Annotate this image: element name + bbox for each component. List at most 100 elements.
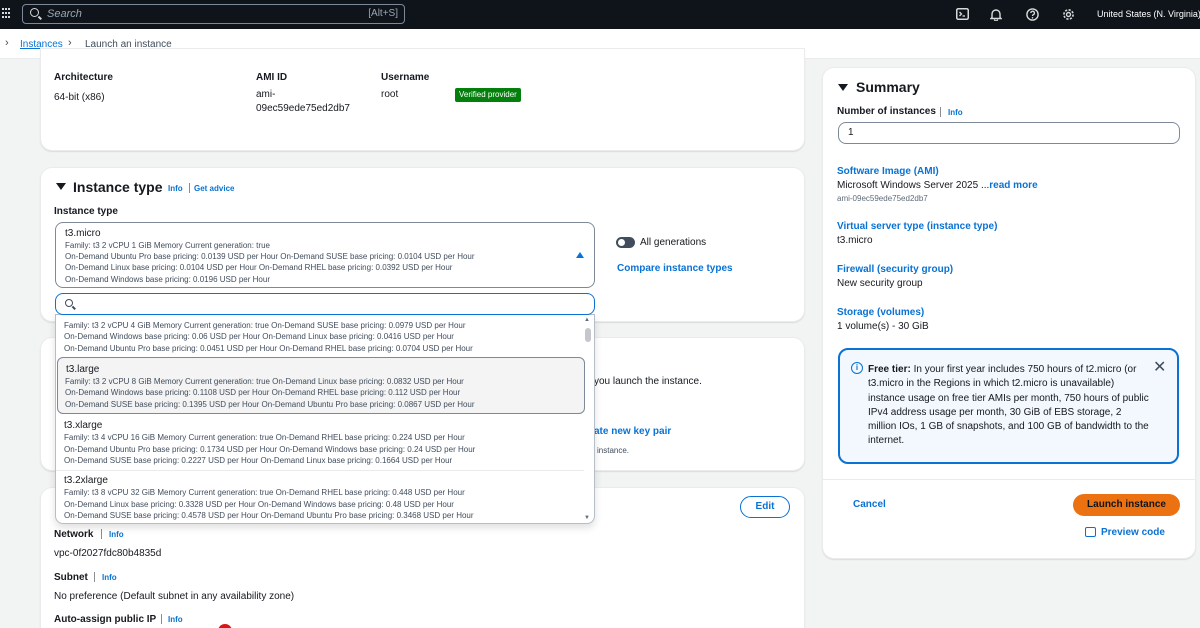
software-image-value: Microsoft Windows Server 2025 ...read mo… (837, 180, 1038, 191)
scroll-up-icon[interactable]: ▲ (584, 317, 590, 323)
selected-instance-name: t3.micro (65, 228, 101, 239)
subnet-info-link[interactable]: Info (102, 573, 117, 582)
separator (189, 183, 190, 193)
separator (101, 529, 102, 539)
help-icon[interactable] (1025, 7, 1039, 21)
search-icon (30, 8, 39, 17)
apps-grid-icon[interactable] (2, 8, 11, 20)
option-detail: Family: t3 2 vCPU 4 GiB Memory Current g… (64, 321, 466, 330)
verified-provider-badge: Verified provider (455, 88, 521, 102)
instance-type-info-link[interactable]: Info (168, 184, 183, 193)
nav-toggle-chevron-icon[interactable]: › (5, 37, 9, 49)
create-key-pair-link[interactable]: ate new key pair (594, 426, 671, 437)
instance-type-option-t3-large[interactable]: t3.large Family: t3 2 vCPU 8 GiB Memory … (57, 357, 585, 414)
get-advice-link[interactable]: Get advice (194, 184, 234, 193)
close-icon[interactable]: ✕ (1153, 357, 1166, 377)
virtual-server-type-link[interactable]: Virtual server type (instance type) (837, 221, 997, 232)
toggle-knob (618, 239, 625, 246)
key-pair-description: you launch the instance. (594, 376, 702, 387)
option-detail: Family: t3 4 vCPU 16 GiB Memory Current … (64, 433, 465, 442)
instance-type-heading: Instance type (73, 179, 163, 195)
all-generations-label: All generations (640, 237, 707, 248)
architecture-label: Architecture (54, 72, 113, 83)
instance-type-field-label: Instance type (54, 206, 118, 217)
storage-value: 1 volume(s) - 30 GiB (837, 321, 929, 332)
option-detail: On-Demand SUSE base pricing: 0.4578 USD … (64, 511, 474, 520)
region-selector[interactable]: United States (N. Virginia) (1097, 9, 1200, 19)
username-label: Username (381, 72, 430, 83)
scrollbar-thumb[interactable] (585, 328, 591, 342)
global-search-input[interactable]: Search [Alt+S] (22, 4, 405, 24)
number-of-instances-label: Number of instances (837, 106, 936, 117)
public-ip-info-link[interactable]: Info (168, 615, 183, 624)
software-image-link[interactable]: Software Image (AMI) (837, 166, 939, 177)
free-tier-text: Free tier: In your first year includes 7… (868, 364, 1149, 447)
search-icon (65, 299, 73, 307)
instance-type-option-t3-2xlarge[interactable]: t3.2xlarge Family: t3 8 vCPU 32 GiB Memo… (56, 472, 584, 523)
instance-type-select[interactable]: t3.micro Family: t3 2 vCPU 1 GiB Memory … (55, 222, 595, 288)
search-placeholder: Search (47, 8, 82, 20)
selected-instance-detail: On-Demand Windows base pricing: 0.0196 U… (65, 275, 270, 284)
cloudshell-icon[interactable] (955, 7, 969, 21)
network-value: vpc-0f2027fdc80b4835d (54, 548, 162, 559)
preview-code-icon (1085, 527, 1096, 537)
key-pair-hint: instance. (597, 446, 630, 455)
selected-instance-detail: On-Demand Linux base pricing: 0.0104 USD… (65, 263, 453, 272)
cancel-button[interactable]: Cancel (853, 499, 886, 510)
collapse-caret-icon[interactable] (56, 183, 66, 190)
option-detail: On-Demand Ubuntu Pro base pricing: 0.173… (64, 445, 476, 454)
option-name: t3.xlarge (64, 420, 103, 431)
separator (94, 572, 95, 582)
separator (940, 107, 941, 117)
separator (161, 614, 162, 624)
option-detail: On-Demand Windows base pricing: 0.1108 U… (65, 388, 461, 397)
search-shortcut: [Alt+S] (368, 8, 398, 19)
option-detail: On-Demand Ubuntu Pro base pricing: 0.045… (64, 344, 473, 353)
instance-type-filter-input[interactable] (55, 293, 595, 315)
subnet-value: No preference (Default subnet in any ava… (54, 591, 295, 602)
instance-type-option-t3-xlarge[interactable]: t3.xlarge Family: t3 4 vCPU 16 GiB Memor… (56, 416, 584, 468)
option-detail: On-Demand Linux base pricing: 0.3328 USD… (64, 500, 454, 509)
gear-icon[interactable] (1061, 7, 1075, 21)
number-of-instances-value: 1 (848, 127, 854, 138)
selected-instance-detail: Family: t3 2 vCPU 1 GiB Memory Current g… (65, 241, 270, 250)
all-generations-toggle[interactable] (616, 237, 635, 248)
ami-id-value-line2: 09ec59ede75ed2db7 (256, 103, 350, 114)
compare-instance-types-link[interactable]: Compare instance types (617, 263, 733, 274)
ami-details-card (40, 48, 805, 151)
edit-network-button[interactable]: Edit (740, 496, 790, 518)
firewall-value: New security group (837, 278, 923, 289)
network-info-link[interactable]: Info (109, 530, 124, 539)
firewall-link[interactable]: Firewall (security group) (837, 264, 953, 275)
summary-collapse-caret-icon[interactable] (838, 84, 848, 91)
option-name: t3.2xlarge (64, 475, 108, 486)
free-tier-alert: i Free tier: In your first year includes… (838, 348, 1179, 464)
divider (823, 479, 1196, 480)
username-value: root (381, 89, 399, 100)
number-of-instances-input[interactable]: 1 (838, 122, 1180, 144)
preview-code-link[interactable]: Preview code (1101, 527, 1165, 538)
top-navigation-bar: Search [Alt+S] United States (N. Virgini… (0, 0, 1200, 29)
instance-type-option[interactable]: Family: t3 2 vCPU 4 GiB Memory Current g… (56, 315, 584, 353)
option-detail: Family: t3 8 vCPU 32 GiB Memory Current … (64, 488, 465, 497)
info-icon: i (851, 362, 863, 374)
ami-id-value-line1: ami- (256, 89, 276, 100)
option-divider (56, 470, 584, 471)
read-more-link[interactable]: read more (989, 180, 1037, 191)
ami-id-label: AMI ID (256, 72, 288, 83)
network-label: Network (54, 529, 94, 540)
caret-up-icon (576, 252, 584, 258)
launch-instance-button[interactable]: Launch instance (1073, 494, 1180, 516)
dropdown-scrollbar[interactable]: ▲ ▼ (584, 315, 592, 523)
public-ip-label: Auto-assign public IP (54, 614, 157, 625)
storage-link[interactable]: Storage (volumes) (837, 307, 924, 318)
option-detail: Family: t3 2 vCPU 8 GiB Memory Current g… (65, 377, 464, 386)
software-image-ami-id: ami-09ec59ede75ed2db7 (837, 194, 928, 203)
number-of-instances-info-link[interactable]: Info (948, 108, 963, 117)
architecture-value: 64-bit (x86) (54, 92, 105, 103)
scroll-down-icon[interactable]: ▼ (584, 515, 590, 521)
subnet-label: Subnet (54, 572, 88, 583)
instance-type-dropdown-list: Family: t3 2 vCPU 4 GiB Memory Current g… (55, 314, 595, 524)
bell-icon[interactable] (989, 7, 1003, 21)
summary-heading: Summary (856, 79, 920, 95)
